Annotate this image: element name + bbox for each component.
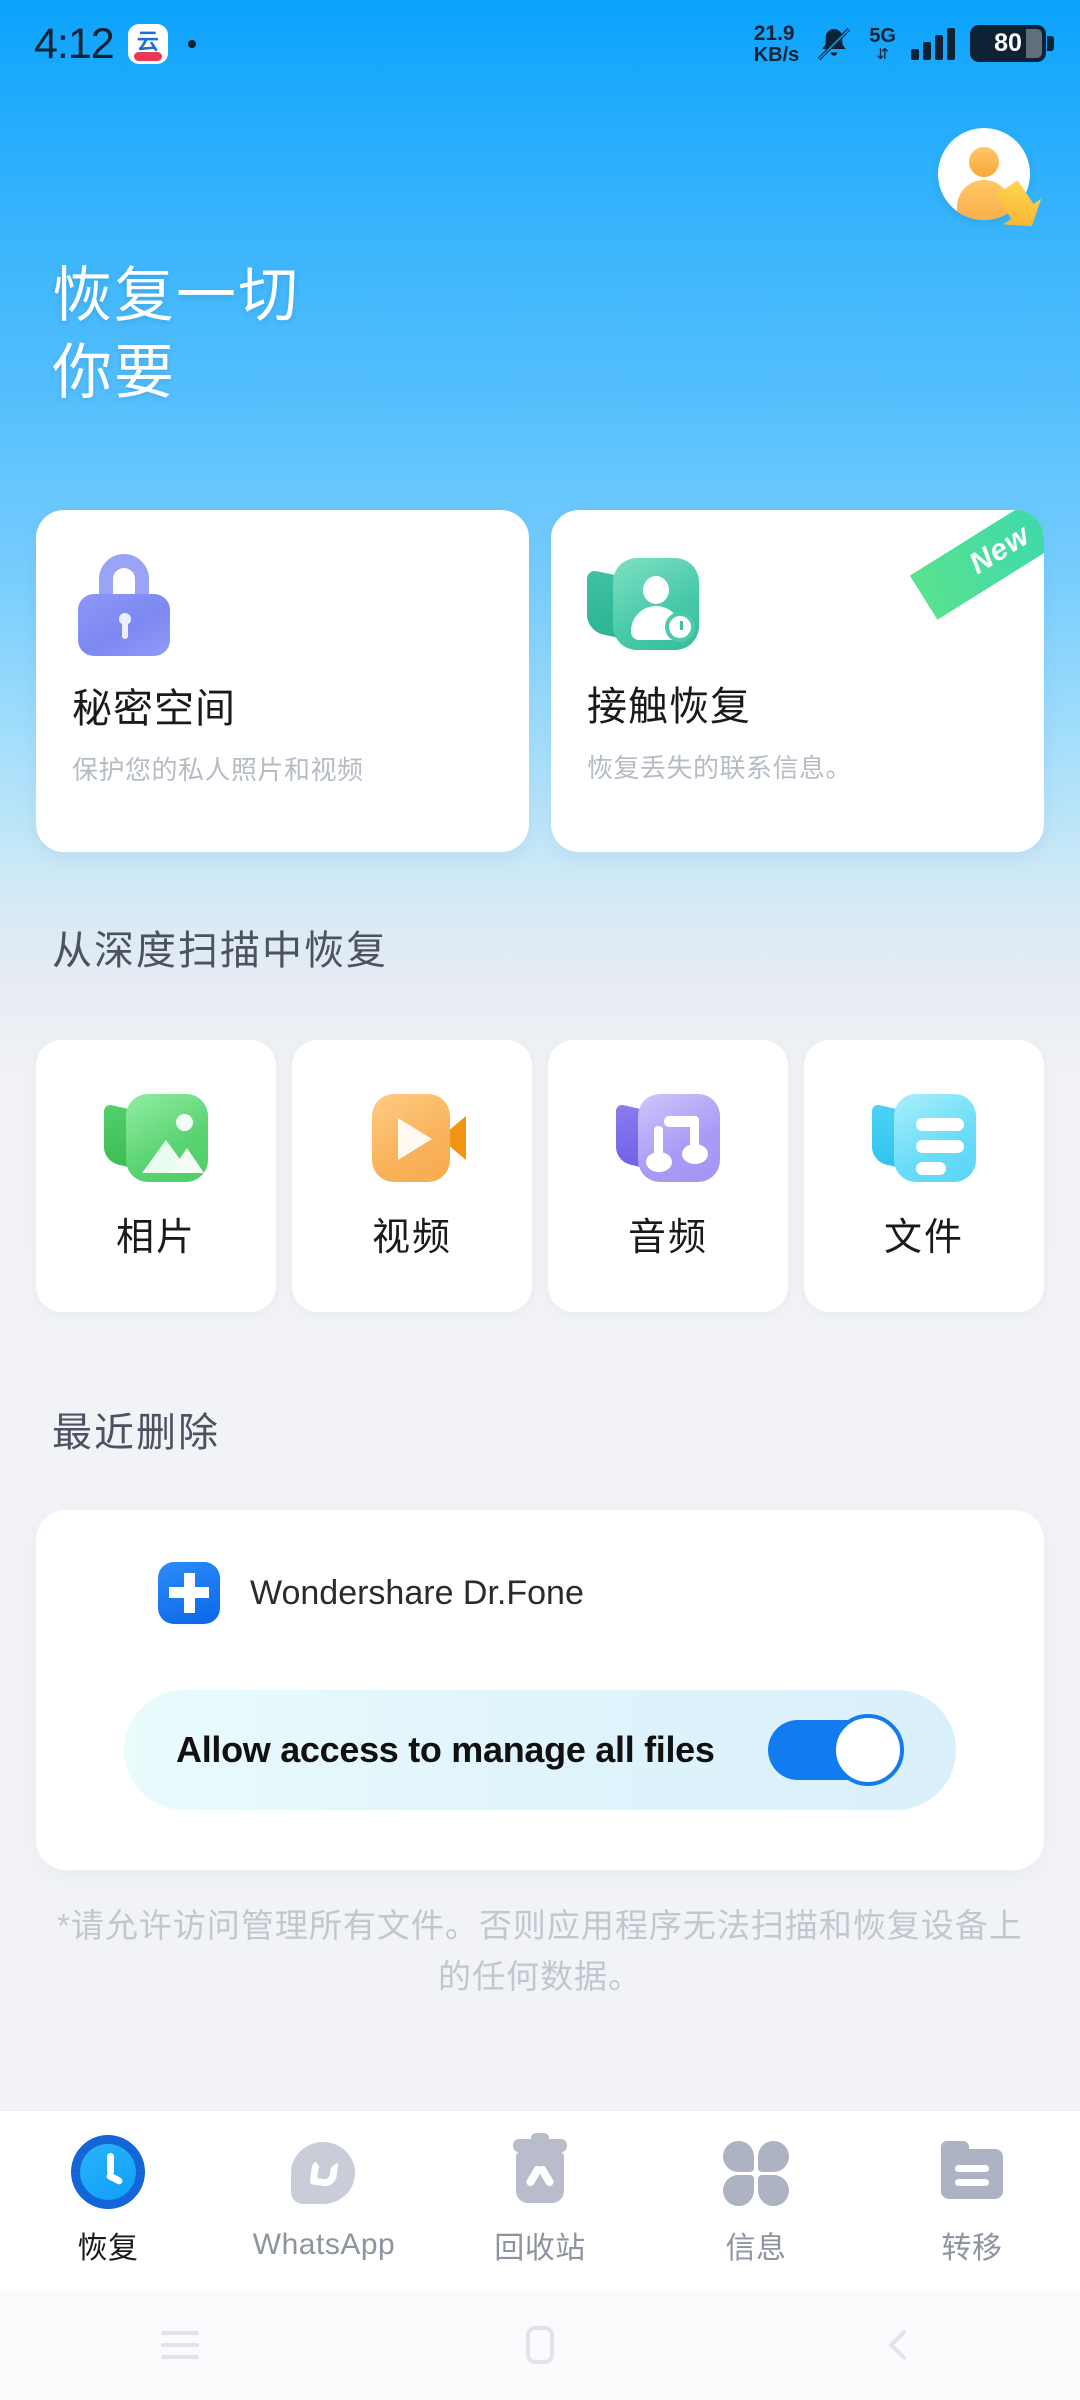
manage-all-files-toggle[interactable] — [768, 1714, 904, 1786]
tile-label: 视频 — [371, 1216, 452, 1259]
network-type: 5G ⇵ — [869, 24, 896, 63]
new-badge: New — [909, 510, 1044, 620]
feature-card-contact-recovery[interactable]: New 接触恢复 恢复丢失的联系信息。 — [551, 510, 1044, 852]
feature-card-title: 秘密空间 — [72, 687, 236, 731]
tab-transfer[interactable]: 转移 — [864, 2135, 1080, 2267]
feature-card-title: 接触恢复 — [587, 685, 751, 729]
tab-recovery[interactable]: 恢复 — [0, 2119, 216, 2267]
tab-label: 转移 — [941, 2231, 1003, 2265]
cloud-app-icon: 云 — [127, 24, 168, 64]
headline-line-1: 恢复一切 — [52, 262, 300, 329]
feature-card-secret-space[interactable]: 秘密空间 保护您的私人照片和视频 — [36, 510, 529, 852]
deep-scan-tile-audio[interactable]: 音频 — [548, 1040, 788, 1312]
tab-whatsapp[interactable]: WhatsApp — [216, 2140, 432, 2262]
back-button[interactable] — [720, 2329, 1080, 2361]
tab-recycle-bin[interactable]: 回收站 — [432, 2132, 648, 2267]
page-title: 恢复一切 你要 — [52, 258, 300, 412]
user-avatar-vip-icon[interactable] — [938, 128, 1042, 232]
home-button[interactable] — [360, 2326, 720, 2364]
tile-label: 相片 — [115, 1216, 196, 1259]
tile-label: 音频 — [627, 1216, 708, 1259]
home-icon — [526, 2326, 554, 2364]
permission-footnote: *请允许访问管理所有文件。否则应用程序无法扫描和恢复设备上的任何数据。 — [57, 1907, 1023, 1996]
battery-indicator: 80 — [970, 25, 1054, 63]
status-clock: 4:12 — [34, 19, 115, 68]
section-title-deep-scan: 从深度扫描中恢复 — [52, 929, 388, 973]
app-name: Wondershare Dr.Fone — [250, 1573, 584, 1612]
photo-icon — [104, 1092, 208, 1184]
clover-grid-icon — [719, 2135, 793, 2209]
recovery-clock-icon — [55, 2119, 161, 2224]
bottom-tab-bar: 恢复 WhatsApp 回收站 信息 转移 — [0, 2110, 1080, 2290]
tab-label: 回收站 — [494, 2231, 586, 2265]
status-bar-left: 4:12 云 — [34, 20, 196, 69]
android-navigation-bar — [0, 2290, 1080, 2400]
bell-muted-icon — [818, 27, 851, 61]
contact-restore-icon — [587, 554, 699, 654]
deep-scan-tile-photos[interactable]: 相片 — [36, 1040, 276, 1312]
tile-label: 文件 — [883, 1216, 964, 1259]
network-speed: 21.9 KB/s — [753, 22, 800, 66]
video-icon — [360, 1092, 466, 1184]
recents-button[interactable] — [0, 2331, 360, 2359]
deep-scan-tile-files[interactable]: 文件 — [804, 1040, 1044, 1312]
drfone-app-icon — [158, 1562, 220, 1624]
tab-label: WhatsApp — [252, 2227, 396, 2261]
status-bar-right: 21.9 KB/s 5G ⇵ 80 — [753, 22, 1054, 66]
deep-scan-tile-row: 相片 视频 音频 文件 — [36, 1040, 1044, 1312]
permission-label: Allow access to manage all files — [176, 1729, 715, 1770]
trash-bin-icon — [503, 2132, 577, 2209]
app-row: Wondershare Dr.Fone — [36, 1510, 1044, 1624]
signal-bars-icon — [911, 27, 955, 60]
section-title-recently-deleted: 最近删除 — [52, 1411, 220, 1455]
status-bar: 4:12 云 21.9 KB/s 5G ⇵ 80 — [0, 0, 1080, 88]
whatsapp-icon — [287, 2140, 361, 2214]
audio-icon — [616, 1092, 720, 1184]
tab-label: 恢复 — [77, 2231, 139, 2265]
headline-line-2: 你要 — [52, 338, 176, 406]
transfer-folder-icon — [935, 2135, 1009, 2209]
app-screen: 4:12 云 21.9 KB/s 5G ⇵ 80 恢复一切 你要 秘密空间 保护… — [0, 0, 1080, 2400]
back-icon — [888, 2329, 920, 2361]
tab-label: 信息 — [725, 2231, 787, 2265]
file-icon — [872, 1092, 976, 1184]
recents-icon — [161, 2331, 199, 2359]
feature-card-subtitle: 保护您的私人照片和视频 — [72, 755, 364, 785]
permission-row[interactable]: Allow access to manage all files — [124, 1690, 956, 1810]
permission-card: Wondershare Dr.Fone Allow access to mana… — [36, 1510, 1044, 1870]
feature-card-row: 秘密空间 保护您的私人照片和视频 New 接触恢复 恢复丢失的联系信息。 — [36, 510, 1044, 852]
notification-dot-icon — [187, 40, 196, 48]
tab-info[interactable]: 信息 — [648, 2135, 864, 2267]
deep-scan-tile-videos[interactable]: 视频 — [292, 1040, 532, 1312]
feature-card-subtitle: 恢复丢失的联系信息。 — [587, 753, 853, 783]
lock-icon — [72, 554, 176, 656]
